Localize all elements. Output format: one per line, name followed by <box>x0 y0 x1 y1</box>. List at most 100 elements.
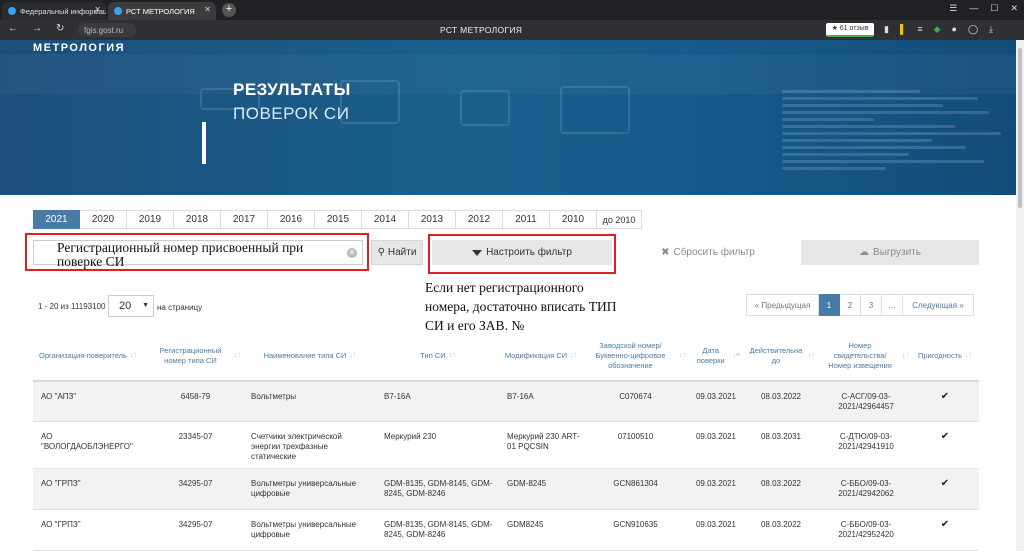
menu-icon[interactable]: ☰ <box>949 3 957 14</box>
column-label: Действительна до <box>749 346 803 365</box>
column-header-valid-until[interactable]: Действительна до ↓↑ <box>745 330 817 382</box>
cell-date: 09.03.2021 <box>695 520 737 529</box>
column-label: Пригодность <box>917 351 963 360</box>
browser-toolbar: ← → ↻ fgis.gost.ru РСТ МЕТРОЛОГИЯ ★ 61 о… <box>0 20 1024 40</box>
cell-type: В7-16А <box>384 392 411 401</box>
close-tab-icon[interactable]: ✕ <box>94 5 101 14</box>
year-tab-2016[interactable]: 2016 <box>268 210 315 229</box>
page-banner: МЕТРОЛОГИЯ <box>0 40 1024 195</box>
cell-modification: В7-16А <box>507 392 534 401</box>
page-button-1[interactable]: 1 <box>819 294 840 316</box>
column-header-type[interactable]: Тип СИ ↓↑ <box>378 330 498 382</box>
close-window-icon[interactable]: ✕ <box>1010 3 1018 14</box>
banner-decoration <box>0 54 1024 94</box>
results-range: 1 - 20 из 11193100 <box>38 302 106 311</box>
cell-valid-until: 08.03.2022 <box>760 520 802 529</box>
find-button-label: Найти <box>387 247 417 258</box>
minimize-icon[interactable]: — <box>969 3 978 14</box>
cell-type-name: Вольтметры универсальные цифровые <box>251 479 357 498</box>
sort-icon[interactable]: ↓↑ <box>234 351 241 361</box>
page-ellipsis: ... <box>882 294 903 316</box>
column-header-modification[interactable]: Модификация СИ ↓↑ <box>501 330 581 382</box>
cell-serial: 07100510 <box>617 432 654 441</box>
check-icon: ✔ <box>940 391 950 402</box>
year-tab-2021[interactable]: 2021 <box>33 210 80 229</box>
check-icon: ✔ <box>940 431 950 442</box>
cell-valid-until: 08.03.2022 <box>760 479 802 488</box>
table-row[interactable]: АО "ГРПЗ" 34295-07 Вольтметры универсаль… <box>33 469 979 510</box>
table-row[interactable]: АО "ГРПЗ" 34295-07 Вольтметры универсаль… <box>33 510 979 551</box>
cell-valid-until: 08.03.2031 <box>760 432 802 441</box>
year-tab-2020[interactable]: 2020 <box>80 210 127 229</box>
next-page-button[interactable]: Следующая » <box>903 294 974 316</box>
bookmark-icon[interactable]: ▮ <box>884 24 889 35</box>
sort-icon[interactable]: ↓↑ <box>349 351 356 361</box>
export-button[interactable]: ☁ Выгрузить <box>801 240 979 265</box>
instruction-annotation: Если нет регистрационного номера, достат… <box>425 280 617 333</box>
per-page-select[interactable]: 20 ▼ <box>108 295 154 317</box>
column-label: Наименование типа СИ <box>263 351 347 360</box>
sort-icon[interactable]: ↓↑ <box>679 351 686 361</box>
table-row[interactable]: АО "ВОЛОГДАОБЛЭНЕРГО" 23345-07 Счетчики … <box>33 422 979 469</box>
year-tab-2012[interactable]: 2012 <box>456 210 503 229</box>
browser-tab[interactable]: Федеральный информаци ✕ <box>2 2 106 20</box>
year-tab-2015[interactable]: 2015 <box>315 210 362 229</box>
year-tab-2010[interactable]: 2010 <box>550 210 597 229</box>
year-tab-2019[interactable]: 2019 <box>127 210 174 229</box>
shield-icon[interactable]: ◆ <box>934 24 941 35</box>
address-bar[interactable]: fgis.gost.ru <box>78 23 136 37</box>
cell-certificate: С-ББО/09-03-2021/42952420 <box>838 520 894 539</box>
year-tab-2014[interactable]: 2014 <box>362 210 409 229</box>
reload-icon[interactable]: ↻ <box>56 23 64 34</box>
bookmarks-icon[interactable]: ≡ <box>917 24 922 35</box>
column-header-reg-number[interactable]: Регистрационный номер типа СИ ↓↑ <box>148 330 243 382</box>
cell-org: АО "ВОЛОГДАОБЛЭНЕРГО" <box>41 432 133 451</box>
column-label: Тип СИ <box>420 351 446 360</box>
cell-modification: GDM-8245 <box>507 479 547 488</box>
search-icon: ⚲ <box>377 247 385 258</box>
sort-icon[interactable]: ↓≡ <box>732 351 740 361</box>
back-icon[interactable]: ← <box>8 23 18 34</box>
laptop-decoration <box>560 86 630 134</box>
column-header-serial[interactable]: Заводской номер/ Буквенно-цифровое обозн… <box>583 330 688 382</box>
year-tab-2017[interactable]: 2017 <box>221 210 268 229</box>
year-tab-before-2010[interactable]: до 2010 <box>597 210 642 229</box>
forward-icon[interactable]: → <box>32 23 42 34</box>
sort-icon[interactable]: ↓↑ <box>570 351 577 361</box>
account-icon[interactable]: ◯ <box>968 24 978 35</box>
sort-icon[interactable]: ↓↑ <box>449 351 456 361</box>
scrollbar-thumb[interactable] <box>1018 48 1022 208</box>
site-logo[interactable]: МЕТРОЛОГИЯ <box>33 42 125 54</box>
yandex-extension-icon[interactable]: ▌ <box>900 24 906 35</box>
page-button-2[interactable]: 2 <box>840 294 861 316</box>
table-row[interactable]: АО "АПЗ" 6458-79 Вольтметры В7-16А В7-16… <box>33 382 979 422</box>
sort-icon[interactable]: ↓↑ <box>965 351 972 361</box>
cell-reg-number: 34295-07 <box>178 479 213 488</box>
sort-icon[interactable]: ↓↑ <box>130 351 137 361</box>
browser-tab-label: Федеральный информаци <box>20 6 106 16</box>
sort-icon[interactable]: ↓↑ <box>902 351 909 361</box>
sort-icon[interactable]: ↓↑ <box>808 351 815 361</box>
cell-type-name: Счетчики электрической энергии трехфазны… <box>251 432 342 461</box>
column-header-certificate[interactable]: Номер свидетельства/ Номер извещения ↓↑ <box>819 330 911 382</box>
reset-filter-button[interactable]: ✖ Сбросить фильтр <box>622 240 794 265</box>
reviews-badge[interactable]: ★ 61 отзыв <box>826 23 874 37</box>
cell-reg-number: 23345-07 <box>178 432 213 441</box>
previous-page-button[interactable]: « Предыдущая <box>746 294 819 316</box>
year-tab-2018[interactable]: 2018 <box>174 210 221 229</box>
column-header-date[interactable]: Дата поверки ↓≡ <box>690 330 742 382</box>
extension-icon[interactable]: ● <box>952 24 957 35</box>
year-tab-2011[interactable]: 2011 <box>503 210 550 229</box>
new-tab-button[interactable]: + <box>222 3 236 17</box>
maximize-icon[interactable]: ☐ <box>990 3 998 14</box>
column-header-type-name[interactable]: Наименование типа СИ ↓↑ <box>245 330 375 382</box>
year-tab-2013[interactable]: 2013 <box>409 210 456 229</box>
page-button-3[interactable]: 3 <box>861 294 882 316</box>
column-header-org[interactable]: Организация-поверитель ↓↑ <box>33 330 143 382</box>
browser-tab-active[interactable]: РСТ МЕТРОЛОГИЯ ✕ <box>108 2 216 20</box>
column-header-suitability[interactable]: Пригодность ↓↑ <box>911 330 979 382</box>
column-label: Организация-поверитель <box>39 351 127 360</box>
close-tab-icon[interactable]: ✕ <box>204 5 211 14</box>
download-icon[interactable]: ⤓ <box>989 24 993 35</box>
find-button[interactable]: ⚲ Найти <box>371 240 423 265</box>
